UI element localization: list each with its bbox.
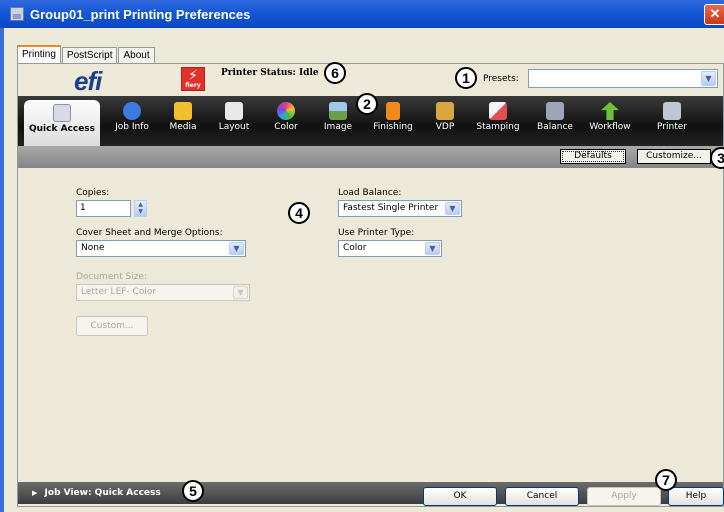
chevron-down-icon[interactable]: ▼ — [425, 242, 440, 255]
copies-stepper[interactable]: 1 ▲ ▼ — [76, 200, 150, 217]
printing-panel: efi ⚡ fiery Printer Status: Idle 6 1 Pres… — [17, 62, 724, 507]
printer-icon — [663, 102, 681, 120]
cover-sheet-label: Cover Sheet and Merge Options: — [76, 228, 223, 238]
stamping-icon — [489, 102, 507, 120]
media-icon — [174, 102, 192, 120]
document-size-value: Letter LEF- Color — [81, 287, 157, 297]
callout-5: 5 — [182, 480, 204, 502]
tool-job-info[interactable]: Job Info — [104, 96, 160, 146]
chevron-down-icon[interactable]: ▼ — [445, 202, 460, 215]
fiery-logo: ⚡ fiery — [181, 67, 205, 91]
expand-arrow-icon: ▶ — [32, 489, 38, 497]
presets-label: Presets: — [483, 74, 519, 84]
chevron-down-icon[interactable]: ▼ — [229, 242, 244, 255]
load-balance-label: Load Balance: — [338, 188, 402, 198]
tool-media[interactable]: Media — [160, 96, 206, 146]
cover-sheet-value: None — [81, 243, 105, 253]
chevron-down-icon[interactable]: ▼ — [701, 71, 716, 86]
tool-workflow[interactable]: Workflow — [582, 96, 638, 146]
close-button[interactable]: ✕ — [704, 4, 724, 25]
load-balance-dropdown[interactable]: Fastest Single Printer ▼ — [338, 200, 462, 217]
tool-balance[interactable]: Balance — [530, 96, 580, 146]
callout-3: 3 — [710, 147, 724, 169]
cancel-button[interactable]: Cancel — [505, 487, 579, 506]
custom-button: Custom... — [76, 316, 148, 336]
printer-type-label: Use Printer Type: — [338, 228, 415, 238]
category-toolbar: Quick Access Job Info Media Layout Color — [18, 93, 723, 146]
callout-7: 7 — [655, 469, 677, 491]
job-view-label: Job View: Quick Access — [44, 488, 161, 498]
finishing-icon — [386, 102, 400, 120]
layout-icon — [225, 102, 243, 120]
info-icon — [123, 102, 141, 120]
ok-button[interactable]: OK — [423, 487, 497, 506]
defaults-button[interactable]: Defaults — [560, 149, 626, 164]
callout-1: 1 — [455, 67, 477, 89]
tool-layout[interactable]: Layout — [210, 96, 258, 146]
tool-stamping[interactable]: Stamping — [470, 96, 526, 146]
spin-arrows-icon[interactable]: ▲ ▼ — [134, 200, 147, 217]
callout-2: 2 — [356, 93, 378, 115]
tool-color[interactable]: Color — [262, 96, 310, 146]
tool-printer[interactable]: Printer — [644, 96, 700, 146]
window-title: Group01_print Printing Preferences — [30, 6, 251, 22]
title-bar: Group01_print Printing Preferences ✕ — [0, 0, 724, 28]
help-button[interactable]: Help — [668, 487, 724, 506]
printer-type-value: Color — [343, 243, 367, 253]
document-size-label: Document Size: — [76, 272, 147, 282]
callout-6: 6 — [324, 62, 346, 84]
tab-strip: Printing PostScript About — [17, 45, 156, 63]
dialog-client-area: Printing PostScript About efi ⚡ fiery Pri… — [4, 28, 724, 512]
color-wheel-icon — [277, 102, 295, 120]
efi-logo: efi — [74, 66, 102, 96]
callout-4: 4 — [288, 202, 310, 224]
tab-about[interactable]: About — [118, 47, 155, 63]
tool-vdp[interactable]: VDP — [424, 96, 466, 146]
copies-input[interactable]: 1 — [76, 200, 131, 217]
brand-row: efi ⚡ fiery Printer Status: Idle 6 1 Pres… — [18, 62, 723, 96]
quick-access-icon — [53, 104, 71, 122]
customize-button[interactable]: Customize... — [637, 149, 711, 164]
tab-postscript[interactable]: PostScript — [61, 47, 118, 63]
printer-status: Printer Status: Idle — [221, 68, 319, 78]
printer-type-dropdown[interactable]: Color ▼ — [338, 240, 442, 257]
tool-quick-access[interactable]: Quick Access — [24, 100, 100, 146]
copies-label: Copies: — [76, 188, 110, 198]
load-balance-value: Fastest Single Printer — [343, 203, 439, 213]
quick-access-form: Copies: 1 ▲ ▼ Cover Sheet and Merge Optio… — [18, 168, 723, 478]
tool-image[interactable]: Image — [314, 96, 362, 146]
vdp-icon — [436, 102, 454, 120]
apply-button: Apply — [587, 487, 661, 506]
chevron-down-icon: ▼ — [233, 286, 248, 299]
image-icon — [329, 102, 347, 120]
presets-dropdown[interactable]: ▼ — [528, 69, 718, 88]
printing-preferences-window: Group01_print Printing Preferences ✕ Pri… — [0, 0, 724, 512]
action-subbar: Defaults Customize... 3 — [18, 146, 724, 169]
balance-icon — [546, 102, 564, 120]
document-size-dropdown: Letter LEF- Color ▼ — [76, 284, 250, 301]
tab-printing[interactable]: Printing — [17, 45, 61, 63]
printer-icon — [10, 7, 24, 21]
workflow-icon — [601, 102, 619, 120]
cover-sheet-dropdown[interactable]: None ▼ — [76, 240, 246, 257]
